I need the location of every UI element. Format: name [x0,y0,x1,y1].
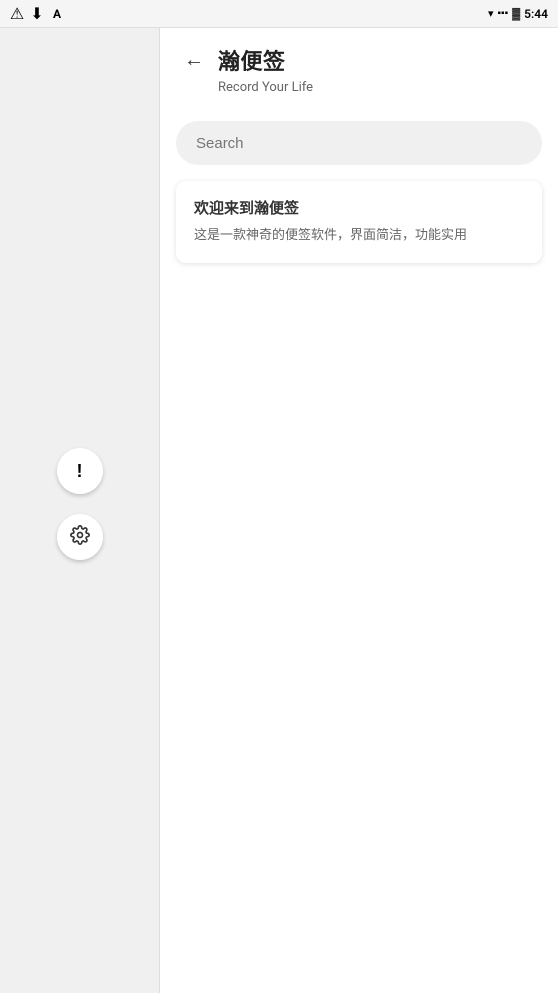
note-card-title: 欢迎来到瀚便签 [194,197,524,218]
content-area: ← 瀚便签 Record Your Life 欢迎来到瀚便签 这是一款神奇的便签… [160,28,558,993]
search-input[interactable] [176,121,542,165]
signal-icon: ▪▪▪ [497,8,508,19]
font-icon: A [50,7,64,21]
settings-button[interactable] [57,514,103,560]
gear-icon [70,525,90,550]
status-bar-right: ▾ ▪▪▪ ▓ 5:44 [488,7,548,21]
main-layout: ! ← 瀚便签 Record Your Life [0,28,558,993]
wifi-icon: ▾ [488,7,494,20]
status-bar-left: ⚠ ⬇ A [10,7,64,21]
header: ← 瀚便签 Record Your Life [160,28,558,121]
app-title: 瀚便签 [218,44,286,76]
exclamation-icon: ! [77,461,83,482]
status-bar: ⚠ ⬇ A ▾ ▪▪▪ ▓ 5:44 [0,0,558,28]
back-icon: ← [184,49,204,72]
info-button[interactable]: ! [57,448,103,494]
search-container [176,121,542,165]
note-card-body: 这是一款神奇的便签软件，界面简洁，功能实用 [194,226,524,247]
header-top: ← 瀚便签 [180,44,538,76]
download-icon: ⬇ [30,7,44,21]
sidebar: ! [0,28,160,993]
warning-icon: ⚠ [10,7,24,21]
time-display: 5:44 [524,7,548,21]
note-card: 欢迎来到瀚便签 这是一款神奇的便签软件，界面简洁，功能实用 [176,181,542,263]
battery-icon: ▓ [512,7,520,20]
back-button[interactable]: ← [180,46,208,74]
app-subtitle: Record Your Life [218,80,538,95]
